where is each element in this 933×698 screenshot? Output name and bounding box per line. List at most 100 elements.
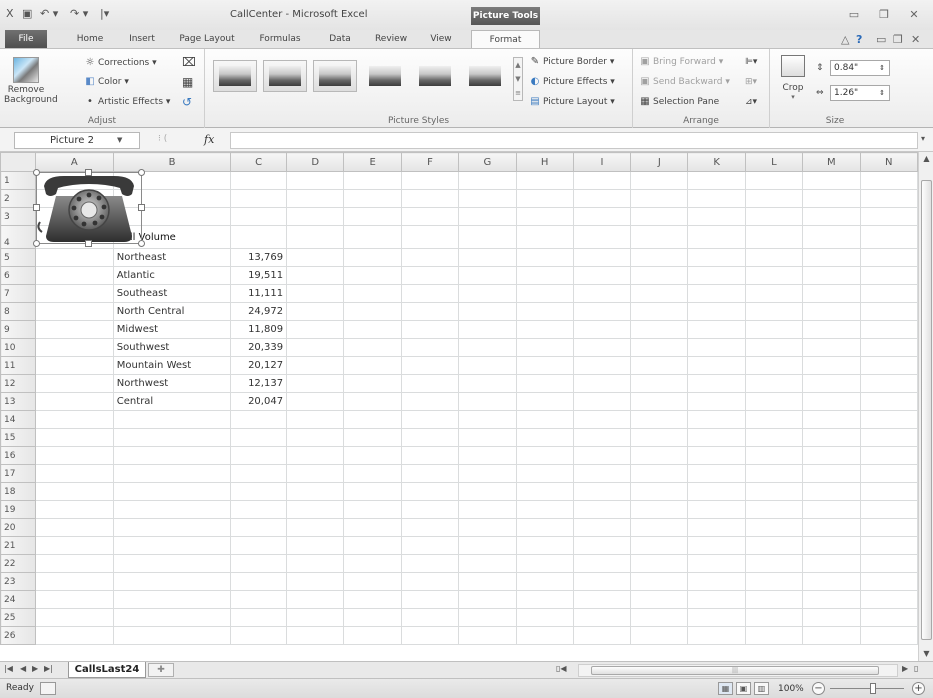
cell[interactable]: [802, 225, 861, 249]
resize-handle-left[interactable]: [33, 204, 40, 211]
region-cell[interactable]: Mountain West: [112, 356, 232, 375]
cell[interactable]: [630, 446, 689, 465]
region-cell[interactable]: Northwest: [112, 374, 232, 393]
picture-style-6[interactable]: [463, 60, 507, 92]
row-header[interactable]: 2: [0, 189, 36, 208]
cell[interactable]: [802, 590, 861, 609]
redo-icon[interactable]: ↷ ▾: [70, 5, 88, 23]
cell[interactable]: [400, 356, 460, 375]
cell[interactable]: [802, 320, 861, 339]
cell[interactable]: [34, 554, 114, 573]
cell[interactable]: [286, 338, 345, 357]
cell[interactable]: [230, 536, 288, 555]
row-header[interactable]: 11: [0, 356, 36, 375]
cell[interactable]: [687, 189, 746, 208]
tab-home[interactable]: Home: [72, 30, 108, 48]
cell[interactable]: [687, 464, 746, 483]
cell[interactable]: [230, 428, 288, 447]
cell[interactable]: [630, 554, 689, 573]
cell[interactable]: [343, 500, 402, 519]
cell[interactable]: [630, 225, 689, 249]
cell[interactable]: [572, 374, 632, 393]
cell[interactable]: [343, 225, 402, 249]
cell[interactable]: [802, 518, 861, 537]
cell[interactable]: [802, 446, 861, 465]
cell[interactable]: [34, 464, 114, 483]
cell[interactable]: [572, 626, 632, 645]
cell[interactable]: [744, 189, 804, 208]
cell[interactable]: [744, 626, 804, 645]
cell[interactable]: [343, 248, 402, 267]
cell[interactable]: [458, 482, 517, 501]
cell[interactable]: [400, 518, 460, 537]
cell[interactable]: [859, 518, 918, 537]
cell[interactable]: [859, 356, 918, 375]
cell[interactable]: [515, 225, 574, 249]
cell[interactable]: [458, 207, 517, 226]
cell[interactable]: [572, 518, 632, 537]
cell[interactable]: [458, 392, 517, 411]
cell[interactable]: [802, 536, 861, 555]
cell[interactable]: [859, 302, 918, 321]
cell[interactable]: [630, 266, 689, 285]
cell[interactable]: [744, 266, 804, 285]
doc-restore-icon[interactable]: ❐: [893, 33, 903, 46]
cell[interactable]: [859, 248, 918, 267]
restore-icon[interactable]: ❐: [874, 8, 894, 22]
cell[interactable]: [400, 590, 460, 609]
cell[interactable]: [230, 626, 288, 645]
formula-input[interactable]: [230, 132, 918, 149]
selection-pane-button[interactable]: ▦ Selection Pane: [639, 95, 719, 109]
cell[interactable]: [343, 320, 402, 339]
help-icon[interactable]: ?: [856, 33, 862, 46]
corrections-button[interactable]: ☼ Corrections ▾: [84, 56, 157, 70]
cell[interactable]: [286, 428, 345, 447]
cell[interactable]: [859, 410, 918, 429]
tab-page-layout[interactable]: Page Layout: [176, 30, 238, 48]
cell[interactable]: [230, 554, 288, 573]
horizontal-scrollbar[interactable]: |||: [578, 664, 898, 677]
first-sheet-icon[interactable]: |◀: [4, 664, 13, 673]
cell[interactable]: [744, 554, 804, 573]
cell[interactable]: [34, 302, 114, 321]
rotate-icon[interactable]: ⊿▾: [745, 95, 757, 109]
cell[interactable]: [515, 189, 574, 208]
page-layout-view-icon[interactable]: ▣: [736, 682, 751, 695]
cell[interactable]: [744, 518, 804, 537]
row-header[interactable]: 21: [0, 536, 36, 555]
cell[interactable]: [515, 518, 574, 537]
shape-height-input[interactable]: 0.84" ⇕: [830, 60, 890, 76]
cell[interactable]: [230, 518, 288, 537]
cell[interactable]: [112, 518, 232, 537]
cell[interactable]: [34, 446, 114, 465]
cell[interactable]: [687, 356, 746, 375]
cell[interactable]: [630, 248, 689, 267]
cell[interactable]: [802, 374, 861, 393]
resize-handle-top[interactable]: [85, 169, 92, 176]
column-header-e[interactable]: E: [343, 152, 402, 172]
calls-cell[interactable]: 11,809: [230, 320, 288, 339]
change-picture-icon[interactable]: ▦: [182, 75, 193, 89]
cell[interactable]: [859, 464, 918, 483]
cell[interactable]: [630, 500, 689, 519]
minimize-icon[interactable]: ▭: [844, 8, 864, 22]
cell[interactable]: [687, 608, 746, 627]
cell[interactable]: [400, 302, 460, 321]
cell[interactable]: [343, 302, 402, 321]
calls-cell[interactable]: 19,511: [230, 266, 288, 285]
cell[interactable]: [400, 410, 460, 429]
cell[interactable]: [744, 428, 804, 447]
cell[interactable]: [802, 302, 861, 321]
cell[interactable]: [744, 590, 804, 609]
cell[interactable]: [286, 482, 345, 501]
cell[interactable]: [572, 608, 632, 627]
cell[interactable]: [687, 446, 746, 465]
column-header-a[interactable]: A: [34, 152, 114, 172]
cell[interactable]: [859, 446, 918, 465]
cell[interactable]: [515, 266, 574, 285]
cell[interactable]: [572, 171, 632, 190]
ribbon-minimize-icon[interactable]: △: [841, 33, 849, 46]
name-box-dropdown-icon[interactable]: ▼: [117, 133, 122, 148]
cell[interactable]: [286, 207, 345, 226]
zoom-slider-thumb[interactable]: [870, 683, 876, 694]
